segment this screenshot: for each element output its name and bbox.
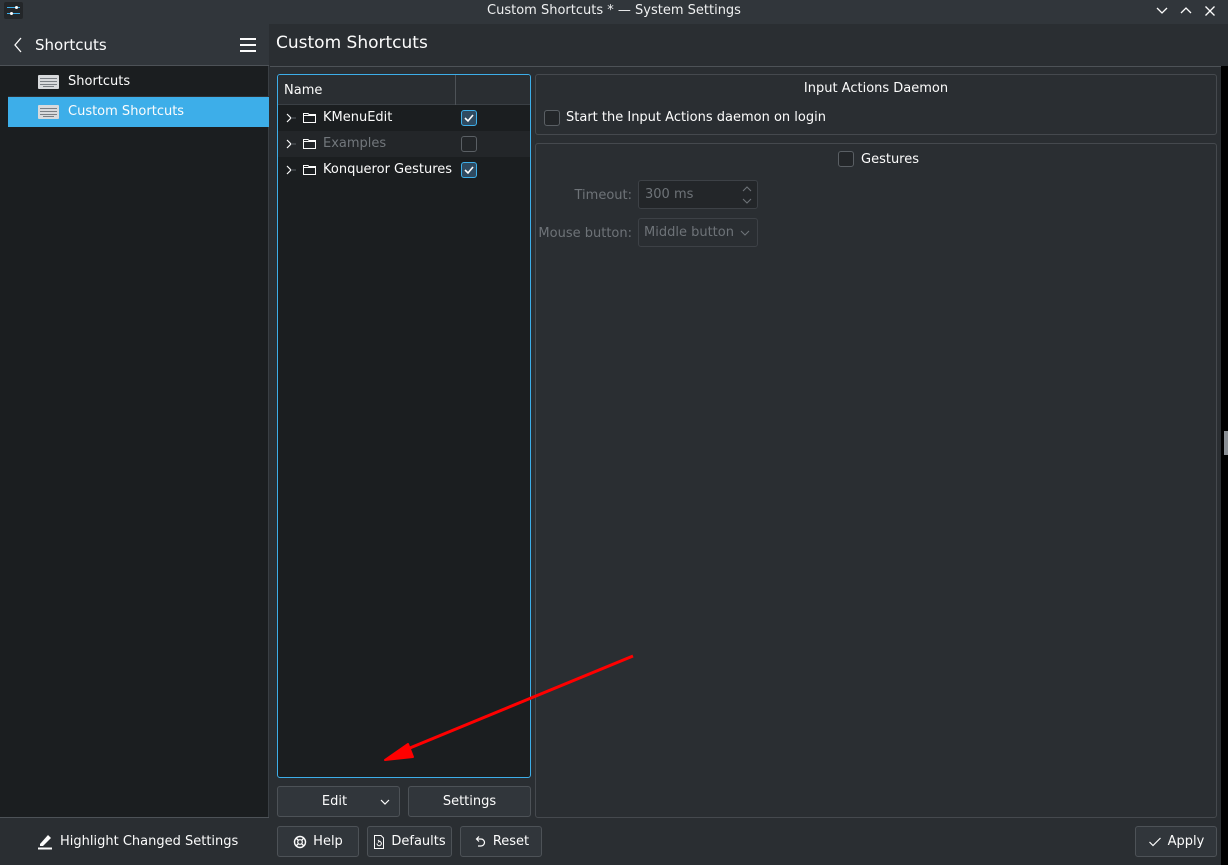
edit-dropdown-button[interactable]: Edit [277,786,400,817]
tree-item-name: Konqueror Gestures [323,162,453,177]
background-scrollbar-thumb [1224,431,1228,455]
sidebar-item-label: Custom Shortcuts [68,104,185,119]
spin-up-down-icon [742,186,752,204]
sidebar-item-custom-shortcuts[interactable]: Custom Shortcuts [8,97,269,127]
chevron-left-icon [14,37,22,53]
settings-button-label: Settings [442,794,497,809]
folder-icon [303,165,316,175]
timeout-spinbox[interactable]: 300 ms [638,180,758,209]
enabled-checkbox[interactable] [461,110,477,126]
keyboard-icon [38,105,59,119]
checkmark-icon [1148,837,1161,846]
timeout-value: 300 ms [645,187,694,202]
actions-tree[interactable]: Name KMenuEdit Examples Konqueror Gestur… [277,74,531,778]
column-header-name[interactable]: Name [284,83,322,98]
apply-button[interactable]: Apply [1135,826,1217,857]
mouse-button-value: Middle button [644,225,734,240]
tree-item-name: Examples [323,136,387,151]
chevron-down-icon [380,799,390,805]
reset-label: Reset [492,834,530,849]
undo-icon [475,835,485,847]
start-daemon-on-login-checkbox[interactable] [544,110,560,126]
input-actions-daemon-group: Input Actions Daemon Start the Input Act… [535,74,1217,135]
expand-chevron-icon [286,165,296,175]
tree-item-name: KMenuEdit [323,110,393,125]
expand-chevron-icon [286,113,296,123]
apply-label: Apply [1167,834,1205,849]
maximize-button[interactable] [1176,2,1196,20]
mouse-button-label: Mouse button: [538,226,632,241]
column-divider[interactable] [455,75,456,105]
help-lifebuoy-icon [293,835,307,848]
keyboard-icon [38,75,59,89]
mouse-button-combobox[interactable]: Middle button [638,218,758,247]
sidebar-item-label: Shortcuts [68,74,131,89]
tree-header: Name [278,75,530,105]
gestures-group: Gestures Timeout: 300 ms Mouse button: M… [535,143,1217,818]
help-button[interactable]: Help [277,826,359,857]
chevron-up-icon [1180,7,1192,14]
sidebar-footer: Highlight Changed Settings [0,817,269,865]
timeout-label: Timeout: [574,188,632,203]
defaults-label: Defaults [391,834,446,849]
divider [270,66,1228,67]
sidebar: Shortcuts Shortcuts Custom Shortcuts Hig… [0,24,269,865]
gestures-checkbox[interactable] [838,151,854,167]
edit-button-label: Edit [321,794,348,809]
background-window-edge [1221,66,1228,865]
enabled-checkbox[interactable] [461,136,477,152]
highlight-changed-settings-label: Highlight Changed Settings [60,833,239,849]
help-label: Help [313,834,343,849]
hamburger-menu-button[interactable] [239,38,257,52]
tree-row-kmenuedit[interactable]: KMenuEdit [278,105,530,131]
window-title: Custom Shortcuts * — System Settings [487,3,741,18]
close-button[interactable] [1200,2,1220,20]
tree-row-examples[interactable]: Examples [278,131,530,157]
reset-button[interactable]: Reset [460,826,542,857]
back-button[interactable] [10,36,28,54]
folder-icon [303,139,316,149]
checkmark-icon [464,114,474,123]
highlighter-icon [38,835,52,850]
settings-button[interactable]: Settings [408,786,531,817]
chevron-down-icon [740,230,750,236]
tree-row-konqueror-gestures[interactable]: Konqueror Gestures [278,157,530,183]
sidebar-header: Shortcuts [0,24,269,66]
start-daemon-on-login-label[interactable]: Start the Input Actions daemon on login [566,110,826,125]
expand-chevron-icon [286,139,296,149]
chevron-down-icon [1156,7,1168,14]
page-title: Custom Shortcuts [276,33,428,53]
sidebar-title: Shortcuts [35,36,107,54]
checkmark-icon [464,166,474,175]
folder-icon [303,113,316,123]
highlight-changed-settings-button[interactable]: Highlight Changed Settings [36,826,238,856]
enabled-checkbox[interactable] [461,162,477,178]
sidebar-item-shortcuts[interactable]: Shortcuts [8,67,269,97]
title-bar: Custom Shortcuts * — System Settings [0,0,1228,24]
minimize-button[interactable] [1152,2,1172,20]
close-icon [1205,6,1215,16]
group-title: Input Actions Daemon [803,81,949,96]
document-revert-icon [374,834,385,849]
defaults-button[interactable]: Defaults [367,826,452,857]
gestures-label[interactable]: Gestures [861,152,919,167]
